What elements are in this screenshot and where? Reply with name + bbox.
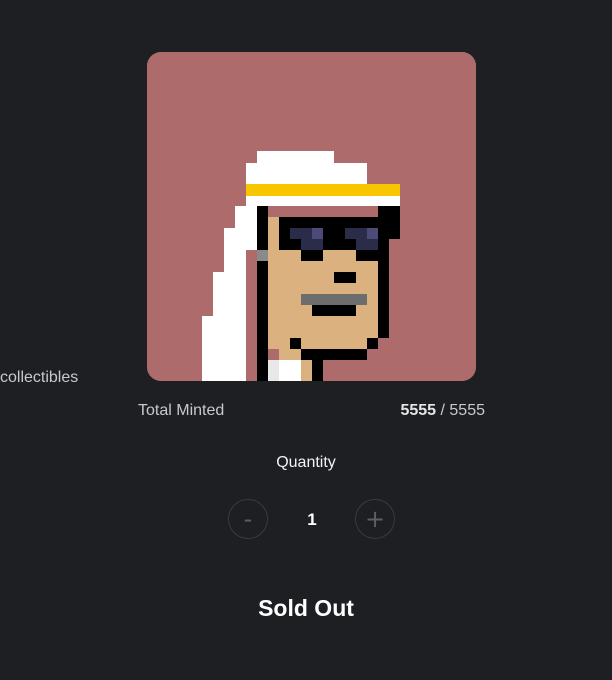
minted-row: Total Minted 5555 / 5555	[138, 402, 485, 420]
mint-page: collectibles Total Minted 5555 / 5555 Qu…	[0, 0, 612, 680]
pixel-avatar-image	[147, 52, 476, 381]
minted-separator: /	[436, 402, 450, 419]
nft-artwork	[147, 52, 476, 381]
sold-out-status: Sold Out	[258, 595, 354, 621]
increase-quantity-button[interactable]: +	[355, 499, 395, 539]
minted-count: 5555 / 5555	[400, 402, 485, 420]
total-minted-label: Total Minted	[138, 402, 225, 419]
minted-total: 5555	[449, 402, 485, 419]
quantity-label: Quantity	[276, 454, 336, 471]
minted-value: 5555	[400, 402, 437, 419]
category-text: collectibles	[0, 369, 79, 386]
decrease-quantity-button[interactable]: -	[228, 499, 268, 539]
quantity-value: 1	[307, 510, 317, 529]
